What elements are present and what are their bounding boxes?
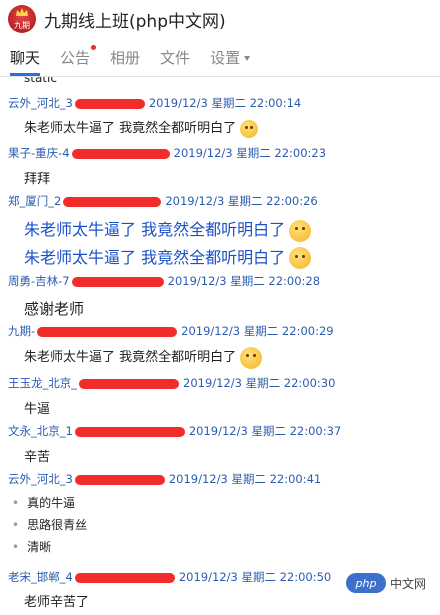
tab-chat[interactable]: 聊天 <box>10 40 41 76</box>
sender-line[interactable]: 云外_河北_3 2019/12/3 星期二 22:00:41 <box>0 470 440 488</box>
message-time: 2019/12/3 星期二 22:00:50 <box>178 570 332 584</box>
tab-settings[interactable]: 设置 <box>210 40 251 76</box>
emoji-icon <box>289 219 312 242</box>
message-item: 文永_北京_1 2019/12/3 星期二 22:00:37 辛苦 <box>0 422 440 465</box>
bullet-icon: • <box>12 518 20 532</box>
message-text: 朱老师太牛逼了 我竟然全都听明白了 <box>0 244 440 269</box>
sender-name[interactable]: 周勇-吉林-7 <box>8 272 70 290</box>
message-item: 云外_河北_3 2019/12/3 星期二 22:00:14 朱老师太牛逼了 我竟… <box>0 94 440 138</box>
bullet-icon: • <box>12 540 20 554</box>
message-text: 牛逼 <box>24 402 51 417</box>
chat-history[interactable]: static 云外_河北_3 2019/12/3 星期二 22:00:14 朱老师… <box>0 77 440 615</box>
message-time: 2019/12/3 星期二 22:00:37 <box>188 424 342 438</box>
message-time: 2019/12/3 星期二 22:00:23 <box>173 146 327 160</box>
emoji-icon <box>240 346 263 369</box>
redaction-mark <box>74 426 185 437</box>
message-item: 云外_河北_3 2019/12/3 星期二 22:00:41 • 真的牛逼 • 思路很… <box>0 470 440 558</box>
list-item: • 思路很青丝 <box>12 518 88 532</box>
app-header: 九期 九期线上班(php中文网) <box>0 0 440 38</box>
sender-name[interactable]: 云外_河北_3 <box>8 94 73 112</box>
tab-files[interactable]: 文件 <box>160 40 190 76</box>
sender-line[interactable]: 王玉龙_北京_ 2019/12/3 星期二 22:00:30 <box>0 374 440 392</box>
message-text: static <box>24 77 57 85</box>
group-title: 九期线上班(php中文网) <box>44 11 226 32</box>
sender-line[interactable]: 周勇-吉林-7 2019/12/3 星期二 22:00:28 <box>0 272 440 290</box>
message-time: 2019/12/3 星期二 22:00:29 <box>181 324 334 338</box>
bullet-icon: • <box>12 496 20 510</box>
tab-announcement[interactable]: 公告 <box>60 40 97 76</box>
emoji-icon <box>289 247 312 269</box>
redaction-mark <box>71 276 164 287</box>
message-text: 感谢老师 <box>24 300 85 318</box>
sender-name[interactable]: 云外_河北_3 <box>8 470 73 488</box>
group-avatar[interactable]: 九期 <box>8 5 36 33</box>
site-watermark: php 中文网 <box>345 573 426 593</box>
sender-line[interactable]: 果子-重庆-4 2019/12/3 星期二 22:00:23 <box>0 144 440 162</box>
message-item: 郑_厦门_2 2019/12/3 星期二 22:00:26 朱老师太牛逼了 我竟然… <box>0 192 440 269</box>
sender-name[interactable]: 九期- <box>8 322 35 340</box>
message-item: 王玉龙_北京_ 2019/12/3 星期二 22:00:30 牛逼 <box>0 374 440 417</box>
message-time: 2019/12/3 星期二 22:00:30 <box>183 376 336 390</box>
unread-dot-icon <box>91 45 97 50</box>
message-text: 朱老师太牛逼了 我竟然全都听明白了 <box>0 117 440 138</box>
message-item: 周勇-吉林-7 2019/12/3 星期二 22:00:28 感谢老师 <box>0 272 440 319</box>
message-text: 老师辛苦了 <box>24 595 90 610</box>
sender-name[interactable]: 老宋_邯郸_4 <box>8 568 73 586</box>
list-item: • 清晰 <box>12 540 52 554</box>
tab-album[interactable]: 相册 <box>110 40 140 76</box>
sender-line[interactable]: 九期- 2019/12/3 星期二 22:00:29 <box>0 322 440 340</box>
message-item: 九期- 2019/12/3 星期二 22:00:29 朱老师太牛逼了 我竟然全都听… <box>0 322 440 369</box>
emoji-icon <box>240 119 259 138</box>
list-item: • 真的牛逼 <box>12 496 76 510</box>
sender-name[interactable]: 文永_北京_1 <box>8 422 73 440</box>
message-text: 拜拜 <box>24 172 51 187</box>
message-time: 2019/12/3 星期二 22:00:14 <box>148 96 302 110</box>
message-text: 朱老师太牛逼了 我竟然全都听明白了 <box>0 216 440 242</box>
message-time: 2019/12/3 星期二 22:00:28 <box>167 274 321 288</box>
redaction-mark <box>37 326 178 337</box>
redaction-mark <box>63 196 162 207</box>
redaction-mark <box>71 148 170 159</box>
message-time: 2019/12/3 星期二 22:00:26 <box>165 194 318 208</box>
redaction-mark <box>79 378 179 389</box>
sender-name[interactable]: 郑_厦门_2 <box>8 192 61 210</box>
chevron-down-icon <box>244 56 251 61</box>
redaction-mark <box>74 474 165 485</box>
sender-line[interactable]: 郑_厦门_2 2019/12/3 星期二 22:00:26 <box>0 192 440 210</box>
sender-line[interactable]: 云外_河北_3 2019/12/3 星期二 22:00:14 <box>0 94 440 112</box>
sender-name[interactable]: 王玉龙_北京_ <box>8 374 77 392</box>
watermark-text: 中文网 <box>389 576 426 591</box>
logo-text: 九期 <box>14 21 30 30</box>
php-logo: php <box>345 573 386 593</box>
sender-line[interactable]: 文永_北京_1 2019/12/3 星期二 22:00:37 <box>0 422 440 440</box>
crown-icon <box>16 8 28 16</box>
message-time: 2019/12/3 星期二 22:00:41 <box>168 472 322 486</box>
message-item: 果子-重庆-4 2019/12/3 星期二 22:00:23 拜拜 <box>0 144 440 187</box>
message-text: 朱老师太牛逼了 我竟然全都听明白了 <box>0 346 440 369</box>
message-text: 辛苦 <box>24 450 51 465</box>
sender-name[interactable]: 果子-重庆-4 <box>8 144 70 162</box>
redaction-mark <box>74 98 145 109</box>
redaction-mark <box>74 572 175 583</box>
tab-bar: 聊天 公告 相册 文件 设置 <box>0 40 440 77</box>
